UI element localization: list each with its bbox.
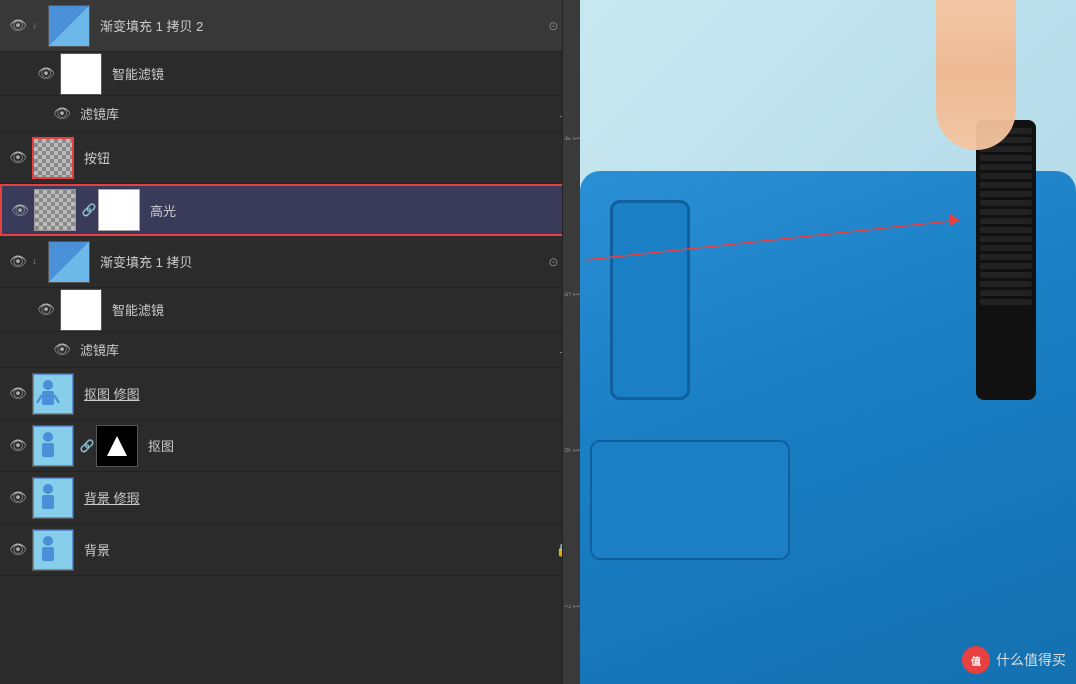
layer-name: 背景 修瑕 (80, 488, 576, 507)
visibility-icon[interactable]: 👁 (4, 149, 32, 166)
watermark-logo: 值 (962, 646, 990, 674)
layer-name: 滤镜库 (76, 104, 560, 123)
layer-mask-thumbnail (98, 189, 140, 231)
layer-thumbnail (60, 53, 102, 95)
visibility-icon[interactable]: 👁 (48, 105, 76, 122)
layer-name: 渐变填充 1 拷贝 2 (96, 16, 548, 35)
ruler-number: 14 (563, 0, 580, 216)
image-panel: 值 什么值得买 (580, 0, 1076, 684)
layers-panel: 👁 ↓ 渐变填充 1 拷贝 2 ⊙ ∧ 👁 智能滤镜 👁 滤镜库 (0, 0, 580, 684)
layer-row[interactable]: 👁 智能滤镜 (0, 52, 580, 96)
watermark-text: 什么值得买 (996, 650, 1066, 670)
layer-thumbnail-checker (34, 189, 76, 231)
visibility-icon[interactable]: 👁 (4, 541, 32, 558)
layers-list: 👁 ↓ 渐变填充 1 拷贝 2 ⊙ ∧ 👁 智能滤镜 👁 滤镜库 (0, 0, 580, 576)
layer-name: 高光 (146, 201, 574, 220)
layer-thumbnail (48, 241, 90, 283)
layer-thumbnail (32, 425, 74, 467)
visibility-icon[interactable]: 👁 (4, 253, 32, 270)
watermark-icon-text: 值 (971, 653, 981, 668)
layer-thumbnail (32, 529, 74, 571)
ruler-number: 15 (563, 216, 580, 372)
layer-row[interactable]: 👁 智能滤镜 (0, 288, 580, 332)
ruler-number: 17 (563, 528, 580, 684)
filter-icon: ⊙ (548, 255, 558, 269)
layer-name: 抠图 (144, 436, 576, 455)
layer-name: 抠图 修图 (80, 384, 576, 403)
layer-mask-thumbnail (96, 425, 138, 467)
layer-row-highlight[interactable]: 👁 🔗 高光 (0, 184, 580, 236)
visibility-icon[interactable]: 👁 (4, 437, 32, 454)
layer-row[interactable]: 👁 ↓ 渐变填充 1 拷贝 ⊙ ∧ (0, 236, 580, 288)
ruler-number: 16 (563, 372, 580, 528)
link-icon: 🔗 (80, 425, 94, 467)
visibility-icon[interactable]: 👁 (48, 341, 76, 358)
visibility-icon[interactable]: 👁 (6, 202, 34, 219)
layer-row[interactable]: 👁 背景 修瑕 (0, 472, 580, 524)
indent-arrow: ↓ (32, 256, 48, 267)
layer-thumbnail (48, 5, 90, 47)
layer-thumbnail (32, 137, 74, 179)
layer-name: 智能滤镜 (108, 64, 576, 83)
indent-arrow: ↓ (32, 20, 48, 31)
visibility-icon[interactable]: 👁 (32, 301, 60, 318)
visibility-icon[interactable]: 👁 (4, 489, 32, 506)
layer-name: 滤镜库 (76, 340, 560, 359)
layer-thumbnail (32, 477, 74, 519)
layer-thumbnail (32, 373, 74, 415)
visibility-icon[interactable]: 👁 (4, 17, 32, 34)
visibility-icon[interactable]: 👁 (4, 385, 32, 402)
layer-row[interactable]: 👁 抠图 修图 (0, 368, 580, 420)
layer-name: 智能滤镜 (108, 300, 576, 319)
layer-row[interactable]: 👁 滤镜库 (0, 332, 580, 368)
layer-thumbnail (60, 289, 102, 331)
ruler-side: 14 15 16 17 (562, 0, 580, 684)
filter-icon: ⊙ (548, 19, 558, 33)
layer-row[interactable]: 👁 滤镜库 (0, 96, 580, 132)
layer-name: 按钮 (80, 148, 576, 167)
layer-name: 渐变填充 1 拷贝 (96, 252, 548, 271)
link-icon: 🔗 (82, 189, 96, 231)
layer-row-background[interactable]: 👁 背景 🔒 (0, 524, 580, 576)
layer-row[interactable]: 👁 按钮 (0, 132, 580, 184)
layer-row-cutout[interactable]: 👁 🔗 抠图 (0, 420, 580, 472)
layer-row[interactable]: 👁 ↓ 渐变填充 1 拷贝 2 ⊙ ∧ (0, 0, 580, 52)
layer-name: 背景 (80, 540, 556, 559)
visibility-icon[interactable]: 👁 (32, 65, 60, 82)
watermark: 值 什么值得买 (962, 646, 1066, 674)
